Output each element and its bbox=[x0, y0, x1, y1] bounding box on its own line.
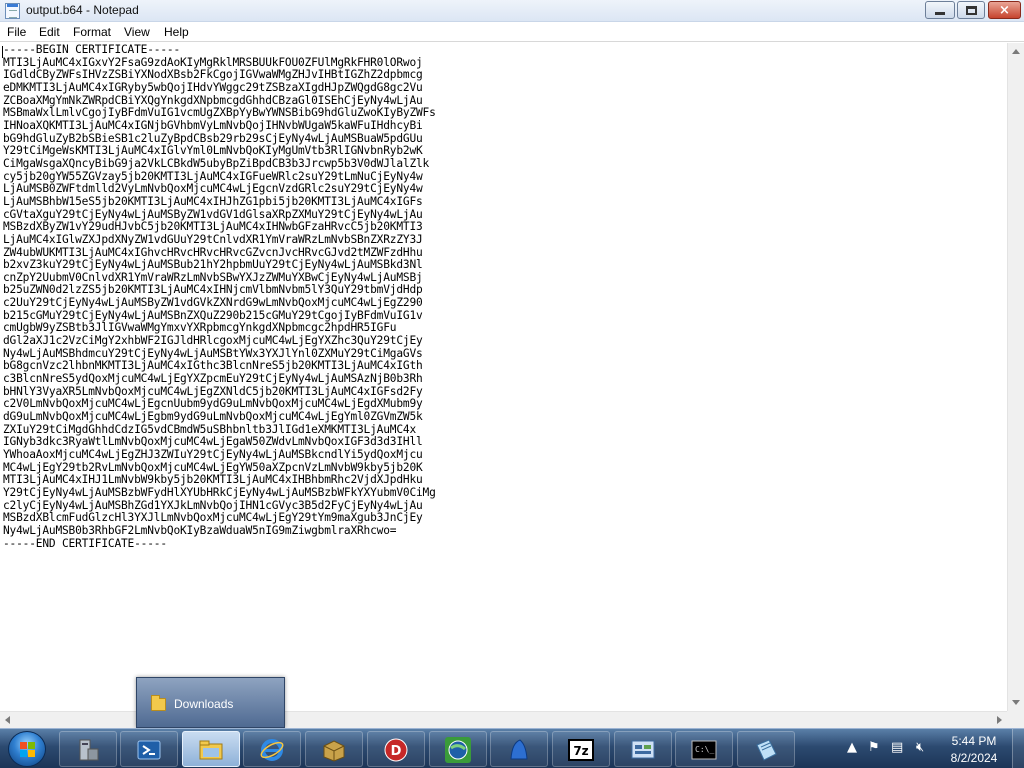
popup-item-label: Downloads bbox=[174, 697, 234, 711]
taskbar-thumbnail-popup[interactable]: Downloads bbox=[136, 677, 285, 728]
taskbar-powershell[interactable] bbox=[120, 731, 178, 767]
taskbar-red-d-app[interactable]: D bbox=[367, 731, 425, 767]
scroll-down-icon[interactable] bbox=[1012, 700, 1020, 705]
menu-view[interactable]: View bbox=[124, 25, 150, 39]
editor-line: c3BlcnNreS5ydQoxMjcuMC4wLjEgYXZpcmEuY29t… bbox=[3, 372, 423, 386]
show-desktop-button[interactable] bbox=[1012, 729, 1024, 768]
taskbar-notepad[interactable] bbox=[737, 731, 795, 767]
action-center-flag-icon[interactable]: ⚑ bbox=[868, 740, 880, 755]
control-panel-icon bbox=[631, 740, 655, 759]
editor-line: Y29tCjEyNy4wLjAuMSBzbWFydHlXYUbHRkCjEyNy… bbox=[3, 485, 436, 499]
close-button[interactable]: × bbox=[988, 1, 1021, 19]
show-hidden-icons-icon[interactable]: ▲ bbox=[847, 740, 857, 755]
red-d-circle-icon: D bbox=[384, 738, 408, 762]
menu-edit[interactable]: Edit bbox=[39, 25, 60, 39]
taskbar-server-manager[interactable] bbox=[59, 731, 117, 767]
menu-file[interactable]: File bbox=[7, 25, 26, 39]
window-title: output.b64 - Notepad bbox=[26, 3, 139, 17]
scroll-right-icon[interactable] bbox=[997, 716, 1002, 724]
taskbar: D 7z C:\_ ▲ ⚑ ▤ 🔇︎ 5:44 PM 8/2/2024 bbox=[0, 728, 1024, 768]
menu-bar: File Edit Format View Help bbox=[0, 22, 1024, 42]
taskbar-7zip[interactable]: 7z bbox=[552, 731, 610, 767]
blue-shape-icon bbox=[510, 739, 528, 760]
popup-item-downloads[interactable]: Downloads bbox=[151, 694, 271, 714]
taskbar-command-prompt[interactable]: C:\_ bbox=[675, 731, 733, 767]
explorer-folder-icon bbox=[199, 740, 223, 760]
editor-line: eDMKMTI3LjAuMC4xIGRyby5wbQojIHdvYWggc29t… bbox=[3, 80, 423, 94]
editor-line: YWhoaAoxMjcuMC4wLjEgZHJ3ZWIuY29tCjEyNy4w… bbox=[3, 448, 423, 461]
editor-line: LjAuMC4xIGlwZXJpdXNyZW1vdGUuY29tCnlvdXR1… bbox=[3, 232, 423, 246]
editor-content[interactable]: -----BEGIN CERTIFICATE----- MTI3LjAuMC4xI… bbox=[3, 43, 436, 550]
server-manager-icon bbox=[79, 739, 99, 761]
editor-line: c2UuY29tCjEyNy4wLjAuMSByZW1vdGVkZXNrdG9w… bbox=[3, 296, 423, 310]
editor-line: dG9uLmNvbQoxMjcuMC4wLjEgbm9ydG9uLmNvbQox… bbox=[3, 410, 423, 424]
scroll-up-icon[interactable] bbox=[1012, 49, 1020, 54]
text-editor[interactable]: -----BEGIN CERTIFICATE----- MTI3LjAuMC4xI… bbox=[0, 43, 1007, 711]
scrollbar-corner bbox=[1007, 711, 1024, 728]
editor-line: dGl2aXJ1c2VzCiMgY2xhbWF2IGJldHRlcgoxMjcu… bbox=[3, 334, 423, 348]
powershell-icon bbox=[137, 740, 161, 760]
editor-line: Ny4wLjAuMSB0b3RhbGF2LmNvbQoKIyBzaWduaW5n… bbox=[3, 523, 397, 537]
taskbar-blue-app[interactable] bbox=[490, 731, 548, 767]
menu-format[interactable]: Format bbox=[73, 25, 111, 39]
volume-muted-icon[interactable]: 🔇︎ bbox=[916, 740, 924, 755]
internet-explorer-icon bbox=[260, 739, 284, 761]
taskbar-control-panel[interactable] bbox=[614, 731, 672, 767]
editor-line: CiMgaWsgaXQncyBibG9ja2VkLCBkdW5ubyBpZiBp… bbox=[3, 156, 430, 170]
menu-help[interactable]: Help bbox=[164, 25, 189, 39]
editor-line: Y29tCiMgeWsKMTI3LjAuMC4xIGlvYml0LmNvbQoK… bbox=[3, 144, 423, 158]
7zip-icon: 7z bbox=[568, 739, 594, 761]
editor-line: MSBzdXByZW1vY29udHJvbC5jb20KMTI3LjAuMC4x… bbox=[3, 220, 423, 234]
editor-line: b2xvZ3kuY29tCjEyNy4wLjAuMSBub21hY2hpbmUu… bbox=[3, 258, 423, 272]
svg-text:D: D bbox=[391, 744, 402, 759]
maximize-icon bbox=[965, 5, 977, 15]
taskbar-internet-explorer[interactable] bbox=[243, 731, 301, 767]
minimize-icon bbox=[935, 11, 945, 15]
title-bar[interactable]: output.b64 - Notepad × bbox=[0, 0, 1024, 22]
taskbar-globe-app[interactable] bbox=[429, 731, 487, 767]
svg-text:7z: 7z bbox=[573, 744, 588, 758]
notepad-icon bbox=[756, 739, 777, 761]
editor-line: IHNoaXQKMTI3LjAuMC4xIGNjbGVhbmVyLmNvbQoj… bbox=[3, 118, 423, 132]
network-icon[interactable]: ▤ bbox=[891, 740, 903, 755]
clock-date[interactable]: 8/2/2024 bbox=[946, 751, 1002, 765]
windows-start-icon bbox=[20, 742, 36, 757]
vertical-scrollbar[interactable] bbox=[1007, 43, 1024, 711]
clock-time[interactable]: 5:44 PM bbox=[946, 734, 1002, 748]
folder-icon bbox=[151, 694, 166, 711]
editor-line: LjAuMSBhbW15eS5jb20KMTI3LjAuMC4xIHJhZG1p… bbox=[3, 194, 423, 208]
editor-line: -----BEGIN CERTIFICATE----- bbox=[3, 43, 180, 56]
svg-text:C:\_: C:\_ bbox=[695, 745, 714, 754]
taskbar-archive[interactable] bbox=[305, 731, 363, 767]
command-prompt-icon: C:\_ bbox=[691, 740, 717, 760]
scroll-left-icon[interactable] bbox=[5, 716, 10, 724]
editor-line: -----END CERTIFICATE----- bbox=[3, 536, 167, 550]
maximize-button[interactable] bbox=[957, 1, 985, 19]
notepad-icon[interactable] bbox=[5, 3, 20, 19]
green-globe-icon bbox=[445, 737, 471, 763]
editor-line: LjAuMSB0ZWFtdmlld2VyLmNvbQoxMjcuMC4wLjEg… bbox=[3, 182, 423, 196]
archive-box-icon bbox=[323, 740, 345, 762]
start-button[interactable] bbox=[8, 731, 46, 767]
minimize-button[interactable] bbox=[925, 1, 955, 19]
close-icon: × bbox=[999, 2, 1010, 18]
taskbar-explorer[interactable] bbox=[182, 731, 240, 767]
